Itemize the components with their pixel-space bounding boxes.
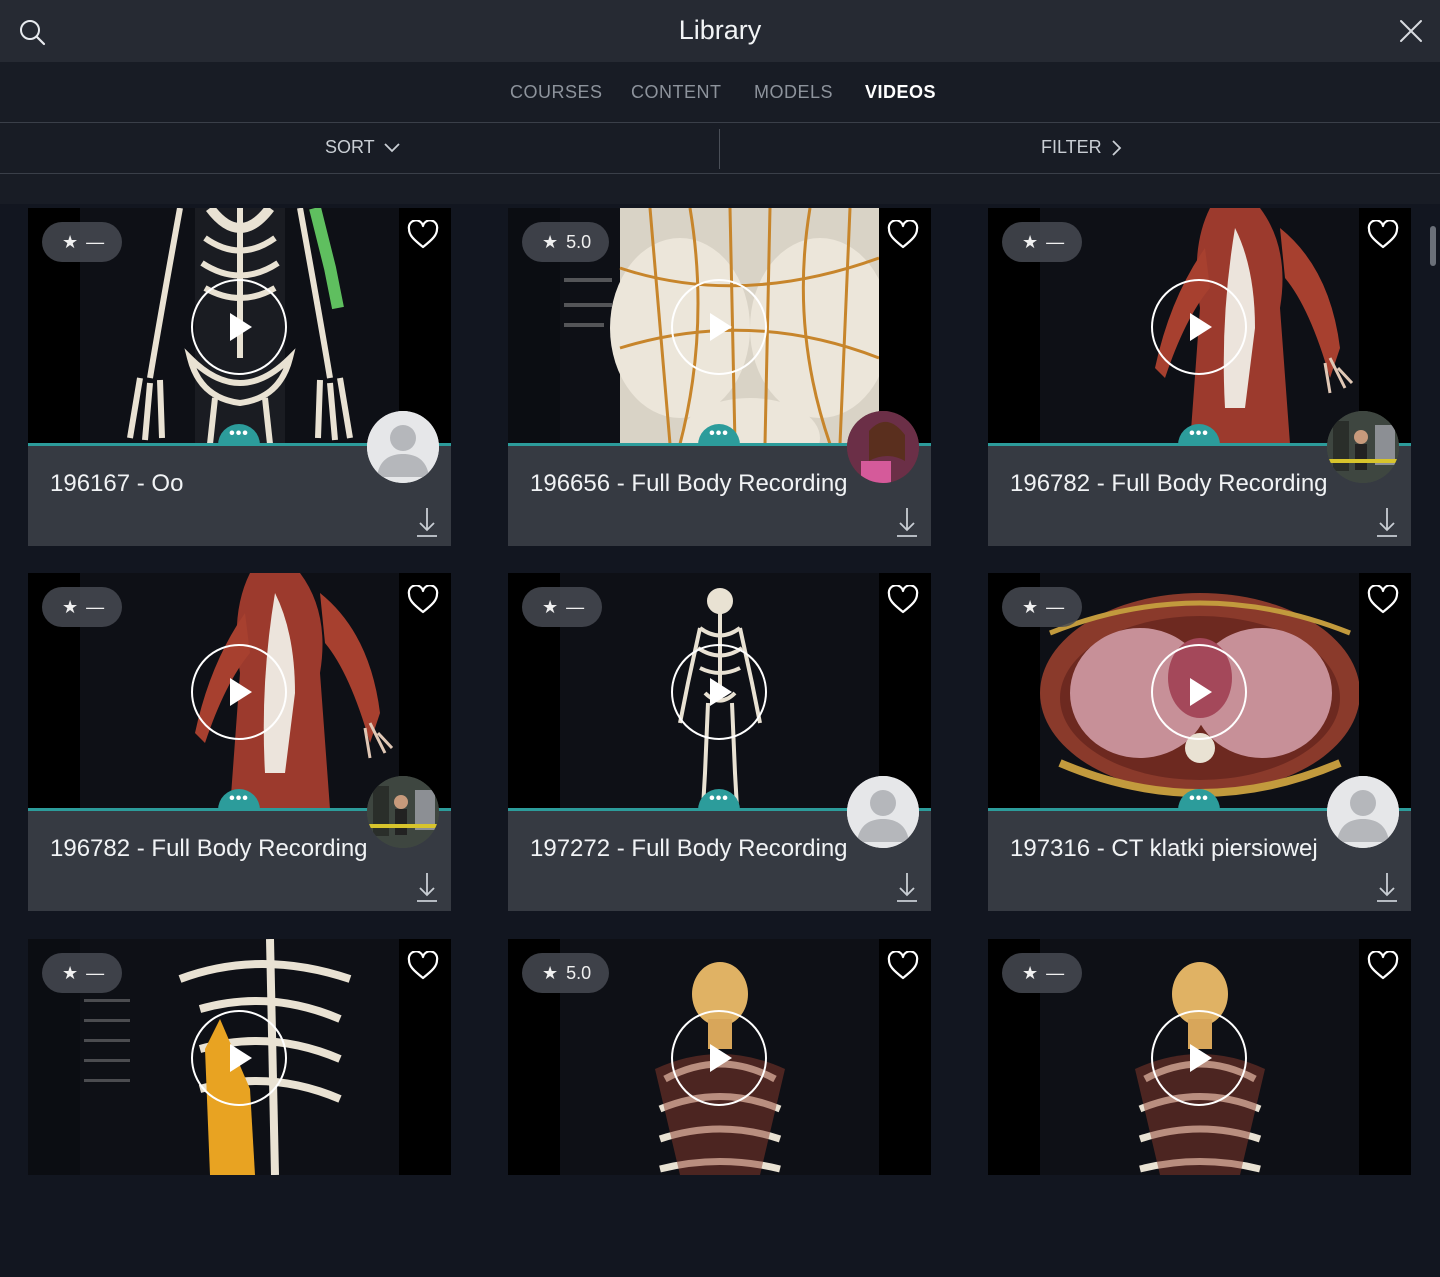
video-title: 196782 - Full Body Recording [50,835,368,862]
page-title: Library [678,15,762,45]
star-icon: ★ [62,231,79,252]
avatar[interactable] [367,411,439,483]
heart-icon[interactable] [887,220,919,250]
download-icon[interactable] [1375,871,1399,903]
video-card[interactable]: ★ 5.0 ••• 196656 - Full Body Recording [508,208,931,546]
video-thumbnail[interactable]: ★ — [988,573,1411,809]
video-card[interactable]: ★ 5.0 [508,939,931,1277]
library-tabs: COURSES CONTENT MODELS VIDEOS [0,62,1440,123]
heart-icon[interactable] [1367,220,1399,250]
star-icon: ★ [1022,962,1039,983]
star-icon: ★ [542,962,559,983]
rating-badge: ★ — [1002,222,1083,262]
video-card[interactable]: ★ — [988,939,1411,1277]
video-card[interactable]: ★ — ••• 196782 - Full Body Recording [28,573,451,911]
play-icon[interactable] [190,278,288,376]
close-icon[interactable] [1398,18,1424,44]
avatar[interactable] [367,776,439,848]
toolbar-divider [719,129,720,169]
rating-badge: ★ — [522,587,603,627]
scrollbar[interactable] [1430,226,1436,266]
video-thumbnail[interactable]: ★ 5.0 [508,208,931,444]
header-bar: Library [0,0,1440,62]
download-icon[interactable] [415,506,439,538]
video-thumbnail[interactable]: ★ — [28,208,451,444]
play-icon[interactable] [1150,278,1248,376]
heart-icon[interactable] [887,585,919,615]
download-icon[interactable] [895,506,919,538]
heart-icon[interactable] [407,951,439,981]
rating-value: — [566,596,585,617]
video-thumbnail[interactable]: ★ — [28,939,451,1175]
star-icon: ★ [62,596,79,617]
rating-value: 5.0 [566,231,592,252]
video-card[interactable]: ★ — ••• 197316 - CT klatki piersiowej [988,573,1411,911]
star-icon: ★ [62,962,79,983]
video-thumbnail[interactable]: ★ — [988,208,1411,444]
chevron-down-icon [384,142,400,152]
video-card[interactable]: ★ — ••• 196782 - Full Body Recording [988,208,1411,546]
heart-icon[interactable] [407,220,439,250]
video-title: 197272 - Full Body Recording [530,835,848,862]
play-icon[interactable] [670,278,768,376]
video-card[interactable]: ★ — ••• 197272 - Full Body Recording [508,573,931,911]
star-icon: ★ [1022,596,1039,617]
tab-videos[interactable]: VIDEOS [865,82,936,103]
tab-courses[interactable]: COURSES [510,82,603,103]
tab-content[interactable]: CONTENT [631,82,722,103]
avatar[interactable] [847,776,919,848]
video-thumbnail[interactable]: ★ 5.0 [508,939,931,1175]
download-icon[interactable] [895,871,919,903]
video-thumbnail[interactable]: ★ — [508,573,931,809]
chevron-right-icon [1112,139,1121,156]
video-title: 197316 - CT klatki piersiowej [1010,835,1318,862]
play-icon[interactable] [1150,643,1248,741]
heart-icon[interactable] [407,585,439,615]
avatar[interactable] [847,411,919,483]
tab-models[interactable]: MODELS [754,82,833,103]
rating-badge: ★ 5.0 [522,953,610,993]
video-card[interactable]: ★ — [28,939,451,1277]
filter-label: FILTER [1041,137,1102,157]
filter-button[interactable]: FILTER [1041,137,1122,158]
rating-value: — [1046,962,1065,983]
download-icon[interactable] [415,871,439,903]
sort-filter-bar: SORT FILTER [0,123,1440,174]
video-title: 196167 - Oo [50,470,184,497]
video-thumbnail[interactable]: ★ — [988,939,1411,1175]
video-thumbnail[interactable]: ★ — [28,573,451,809]
heart-icon[interactable] [1367,951,1399,981]
sort-button[interactable]: SORT [325,137,401,158]
download-icon[interactable] [1375,506,1399,538]
rating-value: — [86,596,105,617]
rating-badge: ★ — [1002,953,1083,993]
avatar[interactable] [1327,411,1399,483]
rating-value: — [86,962,105,983]
video-title: 196656 - Full Body Recording [530,470,848,497]
rating-value: — [1046,231,1065,252]
play-icon[interactable] [670,643,768,741]
rating-badge: ★ — [42,953,123,993]
heart-icon[interactable] [1367,585,1399,615]
rating-badge: ★ — [1002,587,1083,627]
play-icon[interactable] [1150,1009,1248,1107]
heart-icon[interactable] [887,951,919,981]
star-icon: ★ [542,596,559,617]
rating-value: 5.0 [566,962,592,983]
rating-value: — [1046,596,1065,617]
play-icon[interactable] [670,1009,768,1107]
star-icon: ★ [542,231,559,252]
avatar[interactable] [1327,776,1399,848]
star-icon: ★ [1022,231,1039,252]
video-card[interactable]: ★ — ••• 196167 - Oo [28,208,451,546]
video-title: 196782 - Full Body Recording [1010,470,1328,497]
play-icon[interactable] [190,643,288,741]
sort-label: SORT [325,137,375,157]
rating-badge: ★ 5.0 [522,222,610,262]
rating-badge: ★ — [42,587,123,627]
rating-badge: ★ — [42,222,123,262]
play-icon[interactable] [190,1009,288,1107]
rating-value: — [86,231,105,252]
